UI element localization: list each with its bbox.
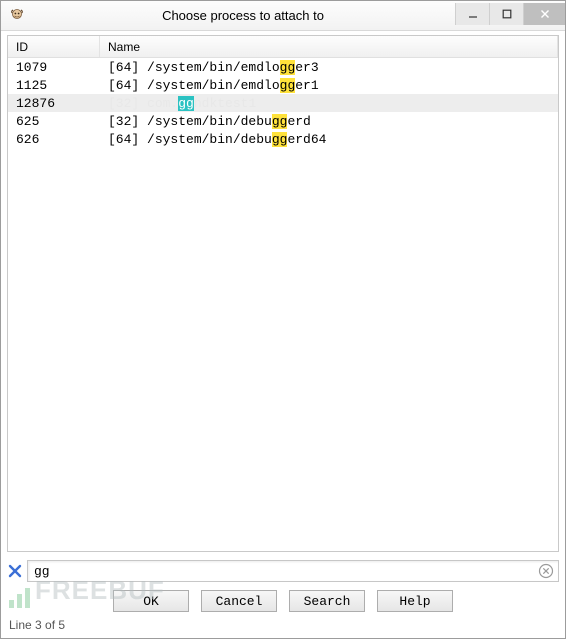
help-button[interactable]: Help	[377, 590, 453, 612]
close-button[interactable]	[523, 3, 565, 25]
minimize-button[interactable]	[455, 3, 489, 25]
title-bar: Choose process to attach to	[1, 1, 565, 31]
process-name: [64] /system/bin/emdlogger3	[100, 60, 558, 75]
window-title: Choose process to attach to	[31, 8, 455, 23]
process-id: 626	[8, 132, 100, 147]
search-bar	[1, 556, 565, 586]
clear-text-icon[interactable]	[538, 563, 554, 579]
column-header-name[interactable]: Name	[100, 36, 558, 57]
process-id: 1125	[8, 78, 100, 93]
window-controls	[455, 3, 565, 25]
process-row[interactable]: 626[64] /system/bin/debuggerd64	[8, 130, 558, 148]
search-button[interactable]: Search	[289, 590, 365, 612]
process-id: 625	[8, 114, 100, 129]
process-row[interactable]: 1079[64] /system/bin/emdlogger3	[8, 58, 558, 76]
cancel-button[interactable]: Cancel	[201, 590, 277, 612]
status-line-text: Line 3 of 5	[9, 618, 65, 632]
process-row[interactable]: 1125[64] /system/bin/emdlogger1	[8, 76, 558, 94]
dialog-buttons: OK Cancel Search Help	[1, 586, 565, 614]
app-icon	[9, 8, 25, 24]
process-name: [32] com.ggndktest1	[100, 96, 558, 111]
process-list-rows[interactable]: 1079[64] /system/bin/emdlogger31125[64] …	[8, 58, 558, 551]
process-row[interactable]: 12876[32] com.ggndktest1	[8, 94, 558, 112]
process-list[interactable]: ID Name 1079[64] /system/bin/emdlogger31…	[7, 35, 559, 552]
process-name: [64] /system/bin/emdlogger1	[100, 78, 558, 93]
process-name: [64] /system/bin/debuggerd64	[100, 132, 558, 147]
process-row[interactable]: 625[32] /system/bin/debuggerd	[8, 112, 558, 130]
process-list-header: ID Name	[8, 36, 558, 58]
search-input[interactable]	[27, 560, 559, 582]
process-id: 1079	[8, 60, 100, 75]
column-header-id[interactable]: ID	[8, 36, 100, 57]
maximize-button[interactable]	[489, 3, 523, 25]
ok-button[interactable]: OK	[113, 590, 189, 612]
clear-query-icon[interactable]	[7, 563, 23, 579]
process-id: 12876	[8, 96, 100, 111]
process-name: [32] /system/bin/debuggerd	[100, 114, 558, 129]
status-bar: Line 3 of 5	[1, 614, 565, 638]
